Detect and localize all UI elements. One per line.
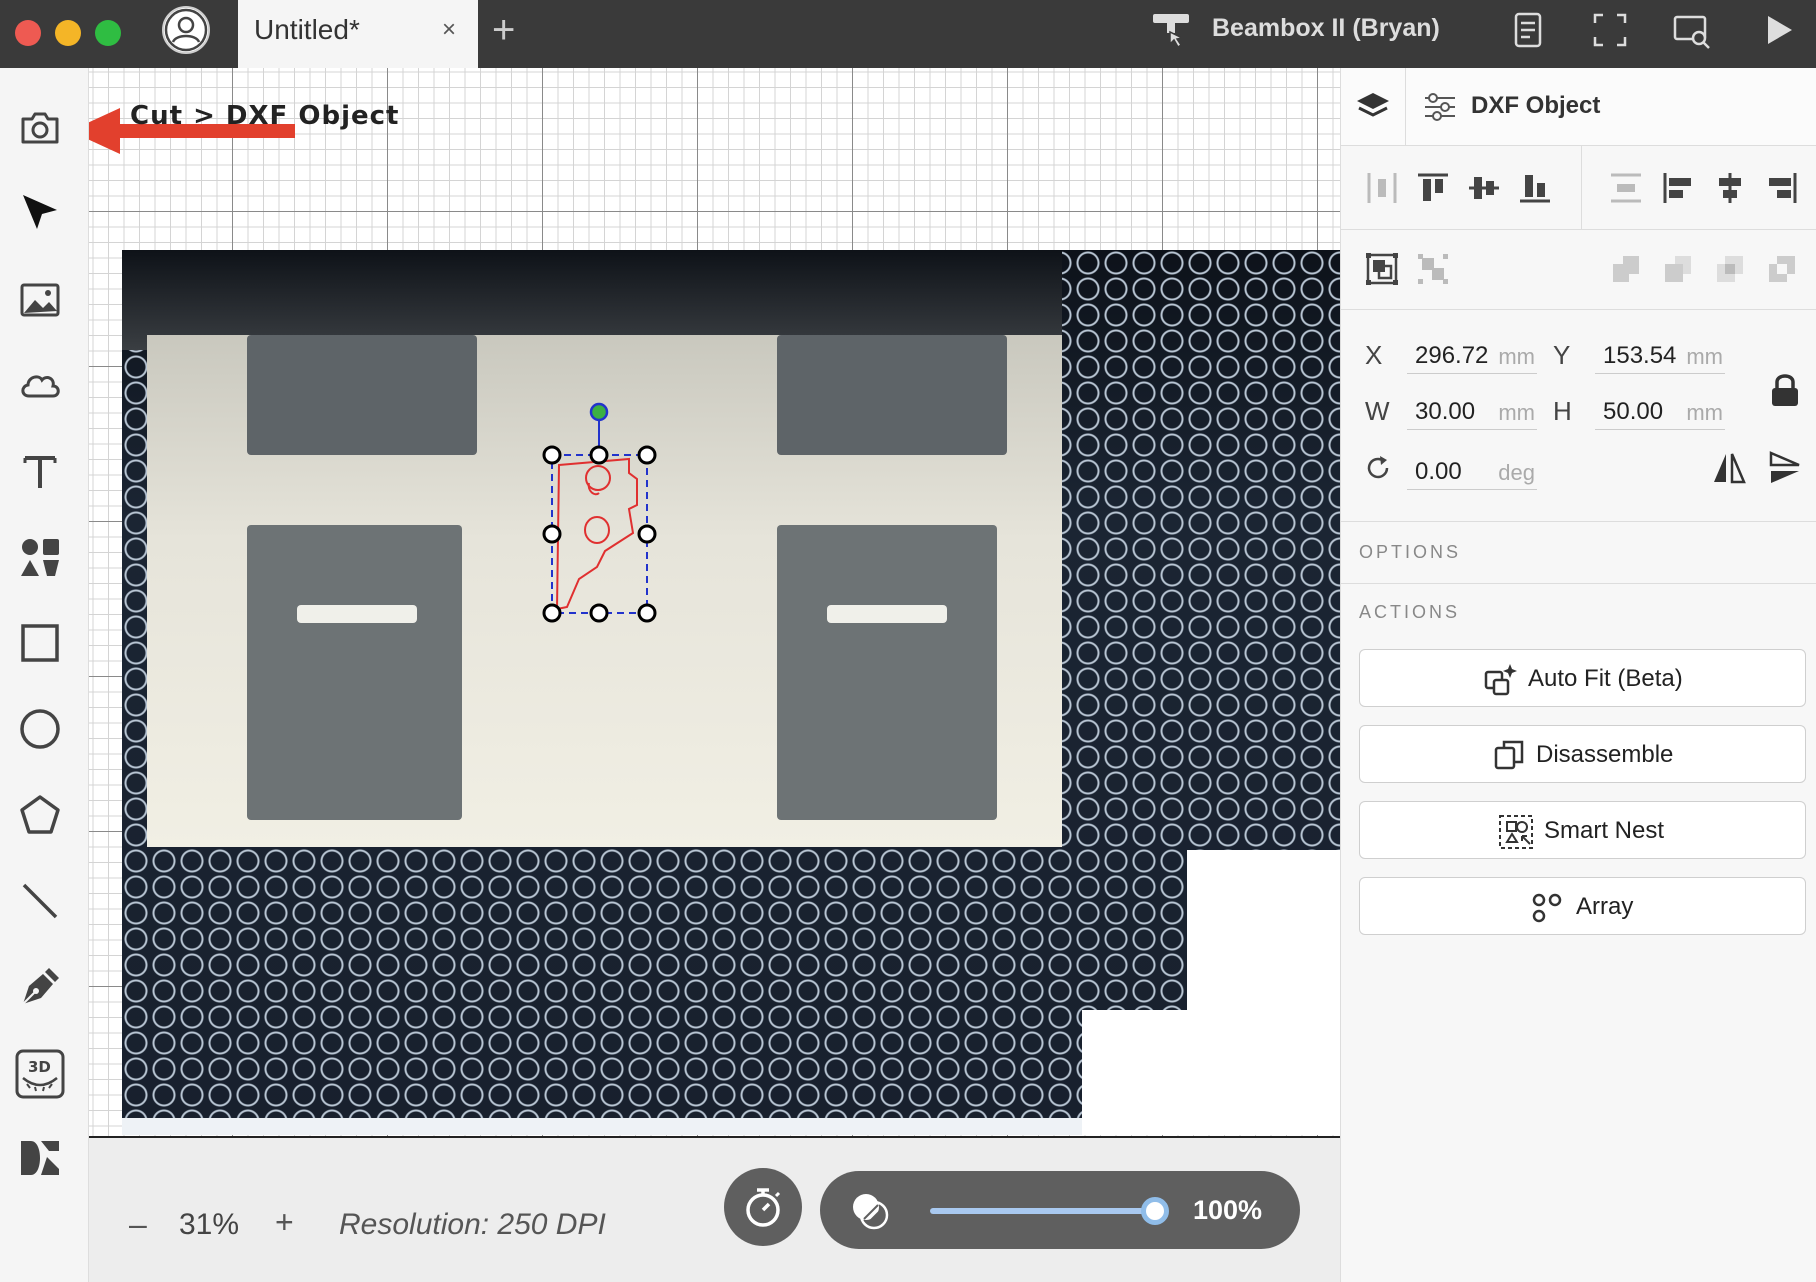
camera-icon[interactable]: [17, 105, 63, 151]
ellipse-icon[interactable]: [17, 706, 63, 752]
smart-nest-button[interactable]: Smart Nest: [1359, 801, 1806, 859]
alignment-toolbar: [1341, 146, 1816, 230]
align-middle-icon[interactable]: [1467, 171, 1501, 205]
machine-select-icon[interactable]: [1150, 10, 1194, 50]
rotation-input[interactable]: 0.00 deg: [1407, 452, 1537, 490]
panel-title: DXF Object: [1471, 92, 1601, 119]
array-button[interactable]: Array: [1359, 877, 1806, 935]
breadcrumb: Cut > DXF Object: [130, 101, 400, 131]
stopwatch-icon: [746, 1188, 781, 1227]
align-top-icon[interactable]: [1416, 171, 1450, 205]
window-minimize-button[interactable]: [55, 20, 81, 46]
dxf-object-selection[interactable]: [529, 393, 679, 693]
canvas-area[interactable]: Cut > DXF Object: [89, 68, 1340, 1136]
height-input[interactable]: 50.00 mm: [1595, 392, 1725, 430]
zoom-level[interactable]: 31%: [179, 1208, 239, 1242]
object-settings-icon: [1425, 93, 1455, 121]
width-input[interactable]: 30.00 mm: [1407, 392, 1537, 430]
play-icon[interactable]: [1758, 10, 1798, 50]
align-bottom-icon[interactable]: [1518, 171, 1552, 205]
pen-icon[interactable]: [17, 964, 63, 1010]
disassemble-label: Disassemble: [1536, 741, 1674, 768]
document-tab-title: Untitled*: [254, 14, 360, 45]
auto-fit-button[interactable]: Auto Fit (Beta): [1359, 649, 1806, 707]
difference-icon[interactable]: [1765, 252, 1799, 286]
h-label: H: [1553, 396, 1572, 426]
distribute-vertical-icon[interactable]: [1609, 171, 1643, 205]
preview-search-icon[interactable]: [1672, 10, 1712, 50]
left-toolbar: 3D: [0, 68, 89, 1282]
disassemble-icon: [1494, 740, 1524, 770]
intersect-icon[interactable]: [1713, 252, 1747, 286]
resolution-label: Resolution: 250 DPI: [339, 1208, 606, 1241]
array-label: Array: [1576, 893, 1634, 920]
flip-horizontal-icon[interactable]: [1711, 450, 1747, 486]
opacity-icon: [853, 1194, 889, 1230]
ungroup-icon[interactable]: [1416, 252, 1450, 286]
lock-ratio-icon[interactable]: [1767, 370, 1803, 410]
frame-icon[interactable]: [1590, 10, 1630, 50]
dimension-fields: X 296.72 mm Y 153.54 mm W 30.00 mm H 50.…: [1341, 310, 1816, 522]
tab-close-icon[interactable]: ×: [442, 16, 456, 44]
auto-fit-icon: [1484, 664, 1517, 696]
align-right-icon[interactable]: [1765, 171, 1799, 205]
rotate-icon: [1367, 456, 1389, 479]
zoom-in-button[interactable]: +: [275, 1204, 294, 1241]
boolean-toolbar: [1341, 230, 1816, 310]
new-tab-button[interactable]: +: [492, 8, 515, 53]
document-tab[interactable]: Untitled* ×: [238, 0, 478, 68]
w-label: W: [1365, 396, 1390, 426]
bottom-status-bar: – 31% + Resolution: 250 DPI 100%: [89, 1136, 1340, 1282]
svg-text:3D: 3D: [28, 1058, 51, 1076]
x-label: X: [1365, 340, 1383, 370]
rectangle-icon[interactable]: [17, 620, 63, 666]
polygon-icon[interactable]: [17, 792, 63, 838]
align-left-icon[interactable]: [1661, 171, 1695, 205]
subtract-icon[interactable]: [1661, 252, 1695, 286]
smart-nest-label: Smart Nest: [1544, 817, 1665, 844]
distribute-horizontal-icon[interactable]: [1365, 171, 1399, 205]
properties-panel: DXF Object X 296.72 mm Y 153.54 mm W 30.…: [1340, 68, 1816, 1282]
align-center-icon[interactable]: [1713, 171, 1747, 205]
opacity-value: 100%: [1193, 1195, 1263, 1225]
text-icon[interactable]: [17, 448, 63, 494]
actions-title: ACTIONS: [1359, 602, 1461, 622]
user-avatar-icon[interactable]: [160, 4, 212, 56]
y-position-input[interactable]: 153.54 mm: [1595, 336, 1725, 374]
group-icon[interactable]: [1365, 252, 1399, 286]
preview-opacity-control: 100%: [820, 1171, 1300, 1249]
disassemble-button[interactable]: Disassemble: [1359, 725, 1806, 783]
flip-vertical-icon[interactable]: [1767, 450, 1803, 486]
machine-name[interactable]: Beambox II (Bryan): [1212, 14, 1440, 43]
union-icon[interactable]: [1609, 252, 1643, 286]
image-icon[interactable]: [17, 277, 63, 323]
3d-curve-icon[interactable]: 3D: [14, 1048, 66, 1100]
zoom-out-button[interactable]: –: [129, 1206, 147, 1243]
line-icon[interactable]: [17, 878, 63, 924]
opacity-slider-track[interactable]: [930, 1208, 1155, 1214]
layers-icon: [1357, 93, 1389, 117]
window-zoom-button[interactable]: [95, 20, 121, 46]
options-section: OPTIONS: [1341, 522, 1816, 584]
dxf-import-icon[interactable]: [17, 1135, 63, 1181]
auto-fit-label: Auto Fit (Beta): [1528, 665, 1683, 692]
array-icon: [1532, 893, 1562, 923]
smart-nest-icon: [1499, 815, 1533, 849]
panel-header: DXF Object: [1341, 68, 1816, 146]
shapes-elements-icon[interactable]: [17, 534, 63, 580]
title-bar: Untitled* × + Beambox II (Bryan): [0, 0, 1816, 68]
y-label: Y: [1553, 340, 1571, 370]
layers-tab[interactable]: [1341, 68, 1406, 146]
cloud-icon[interactable]: [17, 362, 63, 408]
opacity-slider-thumb[interactable]: [1141, 1197, 1169, 1225]
window-close-button[interactable]: [15, 20, 41, 46]
time-estimate-button[interactable]: [724, 1168, 802, 1246]
divider: [1581, 146, 1582, 230]
select-cursor-icon[interactable]: [17, 190, 63, 236]
camera-preview-image: [122, 250, 1340, 1135]
task-list-icon[interactable]: [1508, 10, 1548, 50]
options-title: OPTIONS: [1359, 542, 1462, 562]
x-position-input[interactable]: 296.72 mm: [1407, 336, 1537, 374]
